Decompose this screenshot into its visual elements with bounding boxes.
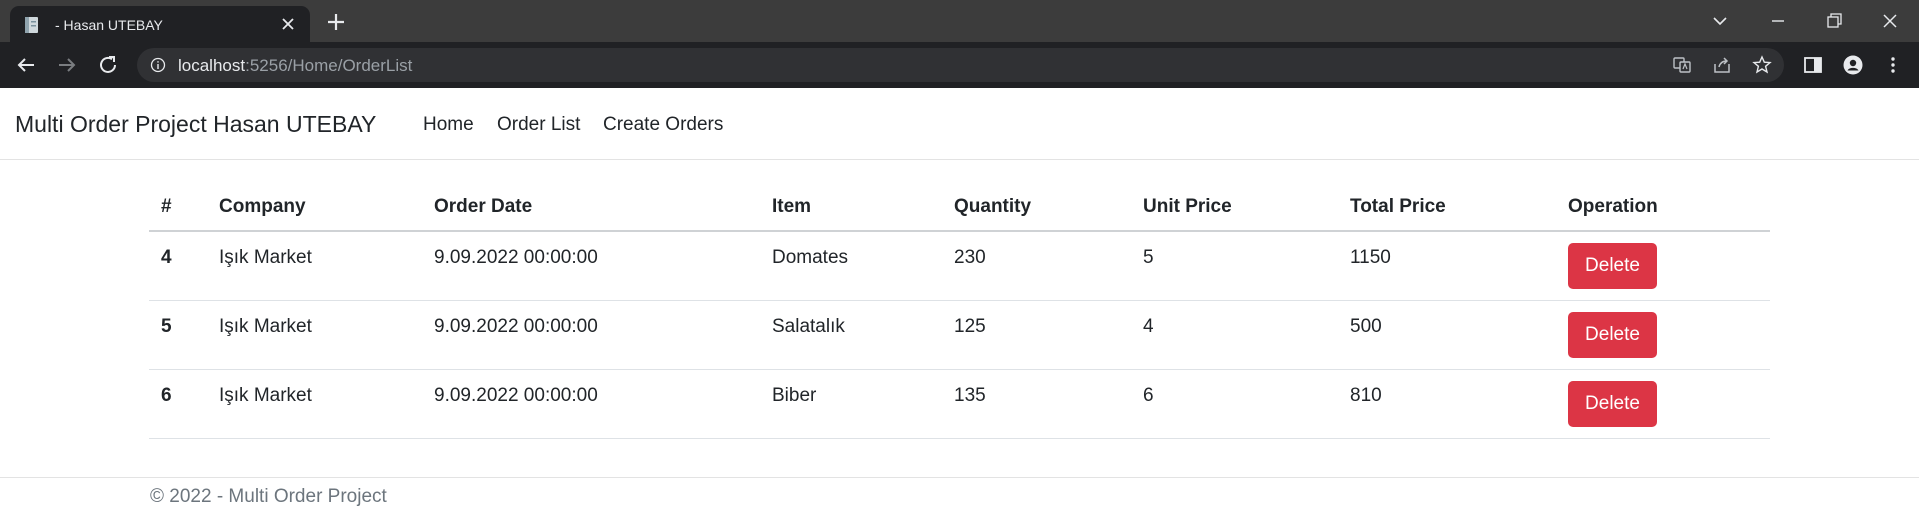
site-navbar: Multi Order Project Hasan UTEBAY Home Or… (0, 88, 1919, 160)
table-row: 4 Işık Market 9.09.2022 00:00:00 Domates… (149, 231, 1770, 301)
browser-tabstrip: - Hasan UTEBAY (0, 0, 1919, 42)
profile-avatar-icon[interactable] (1843, 55, 1863, 75)
delete-button[interactable]: Delete (1568, 312, 1657, 358)
unit-price-cell: 6 (1131, 369, 1338, 439)
company-cell: Işık Market (207, 231, 422, 301)
orders-table: # Company Order Date Item Quantity Unit … (149, 183, 1770, 439)
operation-cell: Delete (1556, 231, 1770, 301)
column-header-company: Company (207, 183, 422, 232)
reload-icon[interactable] (96, 53, 120, 77)
back-arrow-icon[interactable] (14, 53, 38, 77)
document-icon (25, 17, 38, 33)
share-icon[interactable] (1712, 55, 1732, 75)
table-row: 5 Işık Market 9.09.2022 00:00:00 Salatal… (149, 300, 1770, 370)
nav-link-create-orders[interactable]: Create Orders (603, 114, 723, 136)
order-id-cell: 6 (149, 369, 207, 439)
delete-button[interactable]: Delete (1568, 243, 1657, 289)
forward-arrow-icon[interactable] (55, 53, 79, 77)
side-panel-icon[interactable] (1803, 55, 1823, 75)
site-footer: © 2022 - Multi Order Project (0, 477, 1919, 516)
unit-price-cell: 5 (1131, 231, 1338, 301)
minimize-icon[interactable] (1764, 8, 1792, 34)
translate-icon[interactable] (1672, 55, 1692, 75)
restore-icon[interactable] (1820, 8, 1848, 34)
order-date-cell: 9.09.2022 00:00:00 (422, 300, 760, 370)
order-date-cell: 9.09.2022 00:00:00 (422, 369, 760, 439)
order-id-cell: 4 (149, 231, 207, 301)
column-header-unit-price: Unit Price (1131, 183, 1338, 232)
browser-toolbar: localhost:5256/Home/OrderList (0, 42, 1919, 88)
column-header-item: Item (760, 183, 942, 232)
order-date-cell: 9.09.2022 00:00:00 (422, 231, 760, 301)
bookmark-star-icon[interactable] (1752, 55, 1772, 75)
info-icon[interactable] (150, 57, 166, 73)
tab-search-chevron-icon[interactable] (1706, 8, 1734, 34)
quantity-cell: 125 (942, 300, 1131, 370)
order-id-cell: 5 (149, 300, 207, 370)
table-row: 6 Işık Market 9.09.2022 00:00:00 Biber 1… (149, 369, 1770, 439)
column-header-operation: Operation (1556, 183, 1770, 232)
nav-link-order-list[interactable]: Order List (497, 114, 580, 136)
unit-price-cell: 4 (1131, 300, 1338, 370)
url-text: localhost:5256/Home/OrderList (178, 56, 413, 75)
close-tab-icon[interactable] (280, 16, 296, 32)
total-price-cell: 1150 (1338, 231, 1556, 301)
item-cell: Biber (760, 369, 942, 439)
company-cell: Işık Market (207, 300, 422, 370)
company-cell: Işık Market (207, 369, 422, 439)
kebab-menu-icon[interactable] (1883, 55, 1903, 75)
item-cell: Domates (760, 231, 942, 301)
item-cell: Salatalık (760, 300, 942, 370)
column-header-id: # (149, 183, 207, 232)
nav-link-home[interactable]: Home (423, 114, 474, 136)
column-header-quantity: Quantity (942, 183, 1131, 232)
brand-link[interactable]: Multi Order Project Hasan UTEBAY (15, 111, 376, 138)
quantity-cell: 135 (942, 369, 1131, 439)
total-price-cell: 500 (1338, 300, 1556, 370)
quantity-cell: 230 (942, 231, 1131, 301)
column-header-total-price: Total Price (1338, 183, 1556, 232)
tab-title: - Hasan UTEBAY (55, 17, 163, 33)
operation-cell: Delete (1556, 300, 1770, 370)
new-tab-icon[interactable] (326, 12, 346, 32)
column-header-order-date: Order Date (422, 183, 760, 232)
address-bar[interactable]: localhost:5256/Home/OrderList (137, 48, 1784, 82)
table-header-row: # Company Order Date Item Quantity Unit … (149, 183, 1770, 232)
operation-cell: Delete (1556, 369, 1770, 439)
footer-copyright: © 2022 - Multi Order Project (150, 486, 387, 507)
delete-button[interactable]: Delete (1568, 381, 1657, 427)
total-price-cell: 810 (1338, 369, 1556, 439)
close-window-icon[interactable] (1876, 8, 1904, 34)
browser-tab[interactable]: - Hasan UTEBAY (10, 6, 310, 42)
